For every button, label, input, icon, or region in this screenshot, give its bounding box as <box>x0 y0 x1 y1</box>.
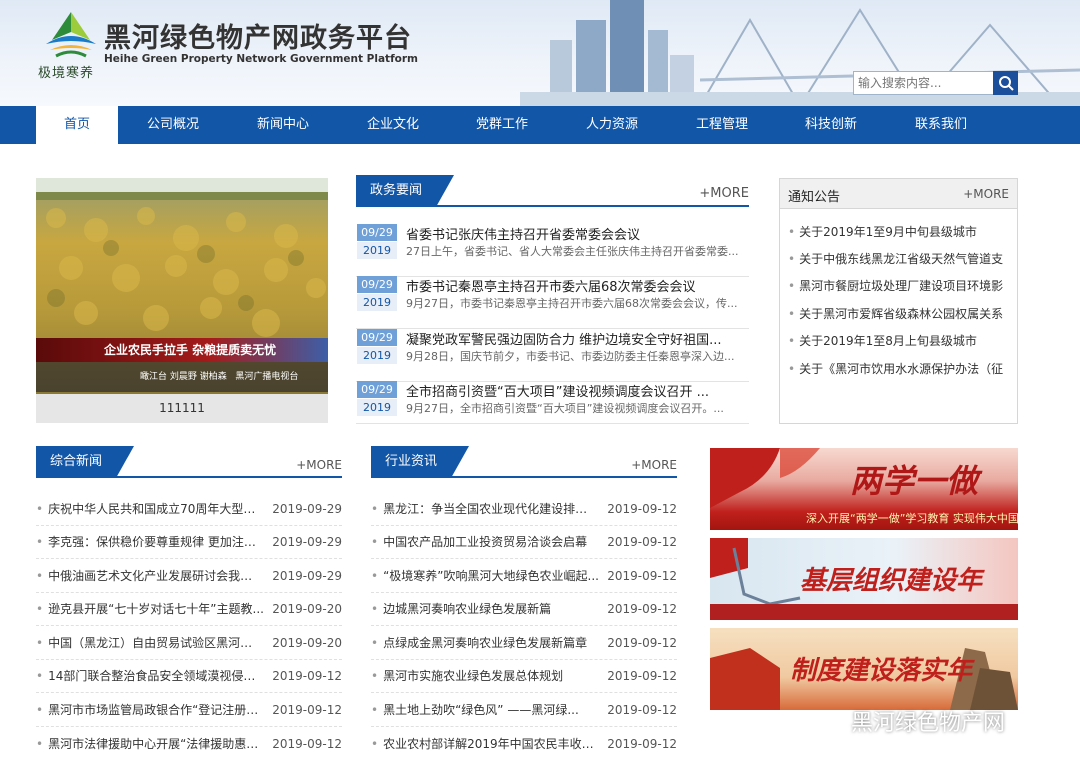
list-item[interactable]: 逊克县开展“七十岁对话七十年”主题教...2019-09-20 <box>36 593 342 626</box>
feature-photo-caption: 111111 <box>36 394 328 423</box>
gov-news-title: 政务要闻 <box>356 175 455 207</box>
side-banner-subtitle: 深入开展“两学一做”学习教育 实现伟大中国梦 <box>806 512 1018 525</box>
feature-photo[interactable]: 企业农民手拉手 杂粮提质卖无忧 瞰江台 刘晨野 谢柏森 黑河广播电视台 1111… <box>36 178 328 423</box>
side-banner-system-building[interactable]: 制度建设落实年 <box>710 628 1018 710</box>
list-item[interactable]: 李克强：保供稳价要尊重规律 更加注重运...2019-09-29 <box>36 526 342 559</box>
date-badge: 09/29 2019 <box>357 381 397 417</box>
date-badge: 09/29 2019 <box>357 224 397 260</box>
side-banner-grassroots[interactable]: 基层组织建设年 <box>710 538 1018 620</box>
site-title: 黑河绿色物产网政务平台 <box>104 23 412 54</box>
side-banner-two-studies[interactable]: 两学一做 深入开展“两学一做”学习教育 实现伟大中国梦 <box>710 448 1018 530</box>
nav-item-home[interactable]: 首页 <box>36 106 118 144</box>
gov-news-title-link[interactable]: 省委书记张庆伟主持召开省委常委会会议 <box>406 224 746 243</box>
gov-news-item[interactable]: 09/29 2019 省委书记张庆伟主持召开省委常委会会议 27日上午，省委书记、… <box>356 224 749 277</box>
date-badge: 09/29 2019 <box>357 276 397 312</box>
gov-news-item[interactable]: 09/29 2019 全市招商引资暨“百大项目”建设视频调度会议召开 ... 9月… <box>356 381 749 424</box>
industry-news-header: 行业资讯 +MORE <box>371 446 677 478</box>
nav-item-company[interactable]: 公司概况 <box>123 106 223 144</box>
gov-news-summary: 9月28日，国庆节前夕，市委书记、市委边防委主任秦恩亭深入边... <box>406 350 735 363</box>
search-input[interactable] <box>853 71 994 95</box>
notice-panel: 通知公告 +MORE 关于2019年1至9月中旬县级城市 关于中俄东线黑龙江省级… <box>779 178 1018 424</box>
feature-photo-image: 企业农民手拉手 杂粮提质卖无忧 瞰江台 刘晨野 谢柏森 黑河广播电视台 <box>36 178 328 394</box>
nav-item-engineering[interactable]: 工程管理 <box>672 106 772 144</box>
list-item[interactable]: 14部门联合整治食品安全领域漠视侵害群...2019-09-12 <box>36 660 342 693</box>
industry-news-title: 行业资讯 <box>371 446 470 478</box>
list-item[interactable]: 黑河市市场监管局政银合作“登记注册自...2019-09-12 <box>36 694 342 727</box>
nav-item-news[interactable]: 新闻中心 <box>233 106 333 144</box>
list-item[interactable]: 中国农产品加工业投资贸易洽谈会启幕2019-09-12 <box>371 526 677 559</box>
notice-item[interactable]: 关于黑河市爱辉省级森林公园权属关系 <box>788 305 1010 322</box>
video-caption-banner: 企业农民手拉手 杂粮提质卖无忧 <box>36 338 328 362</box>
general-news-header: 综合新闻 +MORE <box>36 446 342 478</box>
side-banner-title: 制度建设落实年 <box>790 656 973 686</box>
list-item[interactable]: 黑河市实施农业绿色发展总体规划2019-09-12 <box>371 660 677 693</box>
site-title-english: Heihe Green Property Network Government … <box>104 53 418 65</box>
wechat-watermark: 黑河绿色物产网 <box>815 705 1005 737</box>
notice-item[interactable]: 关于2019年1至9月中旬县级城市 <box>788 223 1010 240</box>
gov-news-item[interactable]: 09/29 2019 凝聚党政军警民强边固防合力 维护边境安全守好祖国... 9月… <box>356 329 749 382</box>
list-item[interactable]: 边城黑河奏响农业绿色发展新篇2019-09-12 <box>371 593 677 626</box>
date-badge: 09/29 2019 <box>357 329 397 365</box>
notice-item[interactable]: 关于《黑河市饮用水水源保护办法（征 <box>788 360 1010 377</box>
search-button[interactable] <box>993 71 1018 95</box>
list-item[interactable]: 农业农村部详解2019年中国农民丰收节活...2019-09-12 <box>371 728 677 761</box>
list-item[interactable]: 点绿成金黑河奏响农业绿色发展新篇章2019-09-12 <box>371 627 677 660</box>
video-subcaption: 瞰江台 刘晨野 谢柏森 黑河广播电视台 <box>36 362 328 392</box>
notice-item[interactable]: 关于中俄东线黑龙江省级天然气管道支 <box>788 250 1010 267</box>
gov-news-summary: 9月27日，市委书记秦恩亭主持召开市委六届68次常委会会议，传... <box>406 297 738 310</box>
logo-slogan: 极境寒养 <box>38 66 95 81</box>
notice-more-link[interactable]: +MORE <box>963 187 1009 201</box>
nav-item-contact[interactable]: 联系我们 <box>891 106 991 144</box>
list-item[interactable]: 黑龙江：争当全国农业现代化建设排头兵2019-09-12 <box>371 493 677 526</box>
list-item[interactable]: 中俄油画艺术文化产业发展研讨会我市启...2019-09-29 <box>36 560 342 593</box>
site-header: 极境寒养 黑河绿色物产网政务平台 Heihe Green Property Ne… <box>0 0 1080 106</box>
gov-news-summary: 27日上午，省委书记、省人大常委会主任张庆伟主持召开省委常委... <box>406 245 739 258</box>
gov-news-title-link[interactable]: 全市招商引资暨“百大项目”建设视频调度会议召开 ... <box>406 381 746 400</box>
side-banner-title: 两学一做 <box>850 462 979 500</box>
general-news-more-link[interactable]: +MORE <box>296 458 342 472</box>
video-watermark: 黑河广播电视台 <box>235 372 299 382</box>
notice-title: 通知公告 <box>788 190 841 205</box>
list-item[interactable]: 庆祝中华人民共和国成立70周年大型成就...2019-09-29 <box>36 493 342 526</box>
nav-item-technology[interactable]: 科技创新 <box>781 106 881 144</box>
list-item[interactable]: 黑土地上劲吹“绿色风” ——黑河绿...2019-09-12 <box>371 694 677 727</box>
gov-news-title-link[interactable]: 凝聚党政军警民强边固防合力 维护边境安全守好祖国... <box>406 329 746 348</box>
logo-icon <box>46 12 96 58</box>
gov-news-more-link[interactable]: +MORE <box>699 186 749 201</box>
gov-news-summary: 9月27日，全市招商引资暨“百大项目”建设视频调度会议召开。... <box>406 402 724 415</box>
gov-news-title-link[interactable]: 市委书记秦恩亭主持召开市委六届68次常委会会议 <box>406 276 746 295</box>
list-item[interactable]: 中国（黑龙江）自由贸易试验区黑河片区...2019-09-20 <box>36 627 342 660</box>
wechat-icon <box>815 710 844 732</box>
gov-news-item[interactable]: 09/29 2019 市委书记秦恩亭主持召开市委六届68次常委会会议 9月27日，… <box>356 276 749 329</box>
nav-item-culture[interactable]: 企业文化 <box>343 106 443 144</box>
notice-item[interactable]: 关于2019年1至8月上旬县级城市 <box>788 332 1010 349</box>
list-item[interactable]: 黑河市法律援助中心开展“法律援助惠民...2019-09-12 <box>36 728 342 761</box>
notice-item[interactable]: 黑河市餐厨垃圾处理厂建设项目环境影 <box>788 277 1010 294</box>
main-nav: 首页 公司概况 新闻中心 企业文化 党群工作 人力资源 工程管理 科技创新 联系… <box>0 106 1080 144</box>
general-news-title: 综合新闻 <box>36 446 135 478</box>
industry-news-more-link[interactable]: +MORE <box>631 458 677 472</box>
nav-item-party[interactable]: 党群工作 <box>452 106 552 144</box>
side-banner-title: 基层组织建设年 <box>800 566 983 596</box>
search-icon <box>998 76 1014 91</box>
gov-news-header: 政务要闻 +MORE <box>356 175 749 207</box>
nav-item-hr[interactable]: 人力资源 <box>562 106 662 144</box>
notice-header: 通知公告 +MORE <box>780 179 1017 209</box>
list-item[interactable]: “极境寒养”吹响黑河大地绿色农业崛起...2019-09-12 <box>371 560 677 593</box>
